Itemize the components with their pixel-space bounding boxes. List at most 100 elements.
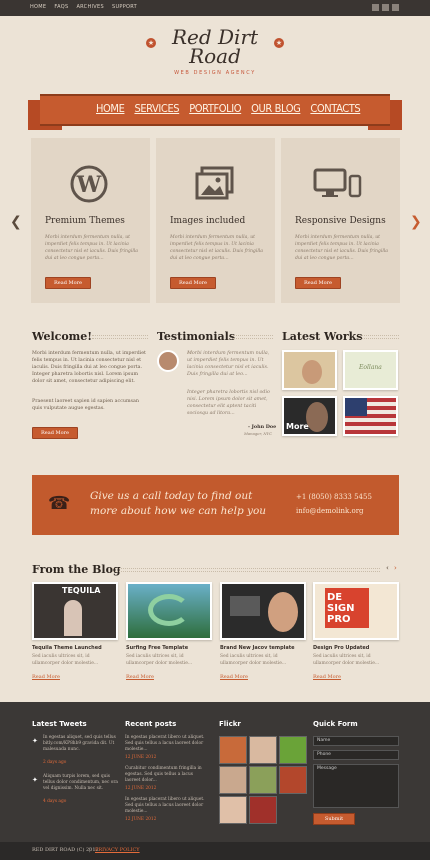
separator: | — [89, 847, 91, 853]
blog-thumb[interactable] — [220, 582, 306, 640]
blog-next-icon[interactable]: › — [394, 564, 397, 572]
twitter-bird-icon: ✦ — [32, 776, 38, 784]
testimonials-title: Testimonials — [157, 330, 236, 343]
topnav-archives[interactable]: ARCHIVES — [76, 4, 104, 10]
recent-post-text: Curabitur condimentum fringilla in egest… — [125, 766, 202, 783]
blog-read-more-link[interactable]: Read More — [220, 674, 248, 680]
blog-read-more-link[interactable]: Read More — [32, 674, 60, 680]
star-icon: ★ — [274, 38, 284, 48]
welcome-text: Morbi interdum fermentum nulla, ut imper… — [32, 351, 146, 384]
tweet-text: Aliquam turpis lorem, sed quis tellus do… — [43, 774, 118, 791]
blog-read-more-link[interactable]: Read More — [313, 674, 341, 680]
nav-portfolio[interactable]: PORTFOLIO — [189, 102, 241, 115]
blog-post-title[interactable]: Tequila Theme Launched — [32, 645, 102, 651]
images-icon — [194, 164, 238, 208]
work-thumb[interactable]: More — [282, 396, 337, 436]
submit-button[interactable]: Submit — [313, 813, 355, 825]
quick-form-title: Quick Form — [313, 720, 358, 728]
blog-post-title[interactable]: Brand New Jacov template — [220, 645, 295, 651]
blog-thumb-caption: TEQUILA — [62, 586, 101, 595]
work-thumb[interactable]: Eollana — [343, 350, 398, 390]
welcome-title: Welcome! — [32, 330, 93, 343]
phone-field[interactable]: Phone — [313, 750, 399, 760]
nav-services[interactable]: SERVICES — [134, 102, 179, 115]
avatar — [157, 350, 179, 372]
twitter-icon[interactable] — [382, 4, 389, 11]
blog-thumb[interactable] — [126, 582, 212, 640]
feature-card: Images included Morbi interdum fermentum… — [156, 138, 275, 303]
flickr-thumb[interactable] — [219, 766, 247, 794]
flickr-thumb[interactable] — [249, 736, 277, 764]
topnav-faqs[interactable]: FAQS — [54, 4, 68, 10]
read-more-button[interactable]: Read More — [32, 427, 78, 439]
latest-works-title: Latest Works — [282, 330, 363, 343]
star-icon: ★ — [146, 38, 156, 48]
slider-prev-icon[interactable]: ❮ — [10, 214, 22, 230]
testimonial-role: Manager, NYC — [244, 431, 273, 436]
work-thumb[interactable] — [343, 396, 398, 436]
flickr-title: Flickr — [219, 720, 241, 728]
slider-next-icon[interactable]: ❯ — [410, 214, 422, 230]
blog-thumb[interactable]: TEQUILA — [32, 582, 118, 640]
work-label: More — [286, 422, 309, 431]
flickr-thumb[interactable] — [279, 766, 307, 794]
logo-tagline: WEB DESIGN AGENCY — [174, 70, 256, 76]
flickr-thumb[interactable] — [219, 796, 247, 824]
phone-icon: ☎ — [48, 493, 71, 514]
recent-post-date: 12 JUNE 2012 — [125, 755, 157, 760]
tweet-date: 2 days ago — [43, 760, 67, 765]
feature-text: Morbi interdum fermentum nulla, ut imper… — [45, 235, 139, 261]
read-more-button[interactable]: Read More — [295, 277, 341, 289]
recent-post-text: In egestas placerat libero ut aliquet. S… — [125, 797, 205, 814]
blog-read-more-link[interactable]: Read More — [126, 674, 154, 680]
tweet-date: 4 days ago — [43, 799, 67, 804]
social-links — [372, 4, 399, 11]
topnav-support[interactable]: SUPPORT — [112, 4, 137, 10]
flickr-thumb[interactable] — [249, 766, 277, 794]
logo-line2: Road — [189, 44, 241, 68]
message-field[interactable]: Message — [313, 764, 399, 808]
call-to-action: ☎ Give us a call today to find out more … — [32, 475, 399, 535]
flickr-thumb[interactable] — [279, 736, 307, 764]
blog-post-text: Sed iaculis ultrices sit, id ullamcorper… — [313, 654, 380, 666]
flickr-thumb[interactable] — [219, 736, 247, 764]
rss-icon[interactable] — [392, 4, 399, 11]
nav-home[interactable]: HOME — [96, 102, 125, 115]
testimonial-quote: Morbi interdum fermentum nulla, ut imper… — [187, 351, 270, 377]
testimonial-author: - John Doe — [248, 424, 277, 430]
facebook-icon[interactable] — [372, 4, 379, 11]
devices-icon — [313, 164, 363, 208]
blog-title: From the Blog — [32, 563, 121, 576]
divider — [233, 335, 273, 339]
read-more-button[interactable]: Read More — [45, 277, 91, 289]
read-more-button[interactable]: Read More — [170, 277, 216, 289]
flickr-thumb[interactable] — [249, 796, 277, 824]
blog-post-text: Sed iaculis ultrices sit, id ullamcorper… — [32, 654, 99, 666]
feature-title: Premium Themes — [45, 216, 125, 226]
blog-thumb[interactable]: DE SIGN PRO — [313, 582, 399, 640]
blog-post-title[interactable]: Design Pro Updated — [313, 645, 369, 651]
privacy-policy-link[interactable]: PRIVACY POLICY — [95, 847, 140, 853]
blog-prev-icon[interactable]: ‹ — [386, 564, 389, 572]
tweets-title: Latest Tweets — [32, 720, 87, 728]
nav-contacts[interactable]: CONTACTS — [310, 102, 360, 115]
feature-card: W Premium Themes Morbi interdum fermentu… — [31, 138, 150, 303]
blog-post-title[interactable]: Surfing Free Template — [126, 645, 188, 651]
work-thumb[interactable] — [282, 350, 337, 390]
recent-post-text: In egestas placerat libero ut aliquet. S… — [125, 735, 205, 752]
main-nav: HOME SERVICES PORTFOLIO OUR BLOG CONTACT… — [40, 94, 390, 126]
name-field[interactable]: Name — [313, 736, 399, 746]
blog-post-text: Sed iaculis ultrices sit, id ullamcorper… — [126, 654, 193, 666]
divider — [92, 335, 148, 339]
recent-post-date: 12 JUNE 2012 — [125, 817, 157, 822]
call-email[interactable]: info@demolink.org — [296, 507, 364, 515]
recent-posts-title: Recent posts — [125, 720, 177, 728]
logo[interactable]: ★ ★ Red Dirt Road WEB DESIGN AGENCY — [130, 27, 300, 80]
divider — [358, 335, 399, 339]
call-phone: +1 (8050) 8333 5455 — [296, 493, 372, 501]
nav-our-blog[interactable]: OUR BLOG — [251, 102, 301, 115]
feature-text: Morbi interdum fermentum nulla, ut imper… — [295, 235, 389, 261]
wordpress-icon: W — [69, 164, 109, 208]
topnav-home[interactable]: HOME — [30, 4, 46, 10]
feature-title: Images included — [170, 216, 246, 226]
